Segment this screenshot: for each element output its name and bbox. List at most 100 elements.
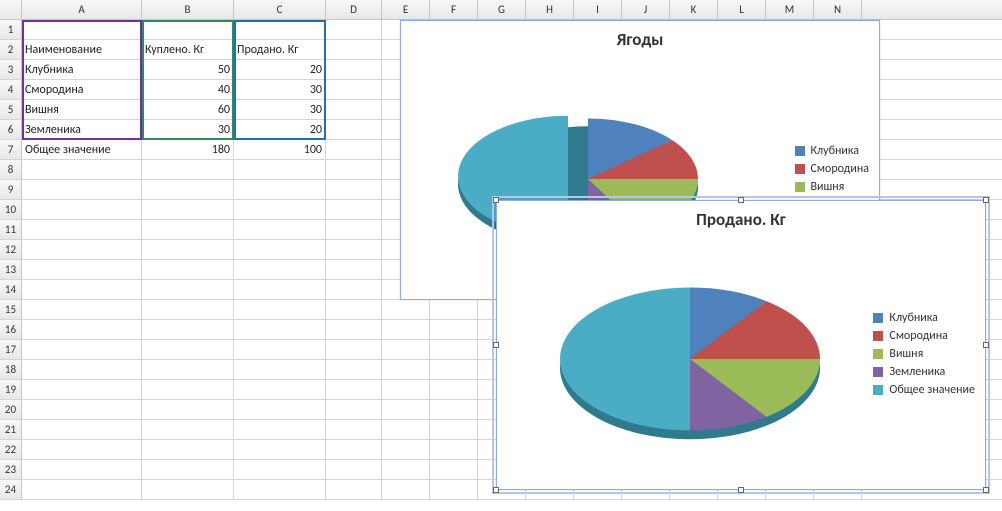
col-header-N[interactable]: N (814, 0, 862, 19)
cell[interactable] (22, 280, 142, 299)
cell[interactable] (234, 160, 326, 179)
row-header[interactable]: 24 (0, 480, 22, 499)
cell[interactable] (234, 320, 326, 339)
cell[interactable] (234, 200, 326, 219)
col-header-M[interactable]: M (766, 0, 814, 19)
cell[interactable] (142, 340, 234, 359)
row-header[interactable]: 16 (0, 320, 22, 339)
cell[interactable] (326, 100, 382, 119)
cell[interactable]: 180 (142, 140, 234, 159)
row-header[interactable]: 12 (0, 240, 22, 259)
cell[interactable]: Смородина (22, 80, 142, 99)
cell[interactable]: 100 (234, 140, 326, 159)
cell[interactable] (142, 160, 234, 179)
row-header[interactable]: 15 (0, 300, 22, 319)
row-header[interactable]: 20 (0, 400, 22, 419)
col-header-H[interactable]: H (526, 0, 574, 19)
cell[interactable] (326, 140, 382, 159)
cell[interactable] (326, 260, 382, 279)
cell[interactable] (22, 180, 142, 199)
col-header-E[interactable]: E (382, 0, 430, 19)
cell[interactable] (142, 380, 234, 399)
cell[interactable] (382, 460, 430, 479)
cell[interactable] (234, 340, 326, 359)
cell[interactable] (234, 480, 326, 499)
cell[interactable] (326, 340, 382, 359)
row-header[interactable]: 7 (0, 140, 22, 159)
cell[interactable] (22, 20, 142, 39)
row-header[interactable]: 9 (0, 180, 22, 199)
cell[interactable] (22, 480, 142, 499)
cell[interactable] (142, 480, 234, 499)
cell[interactable] (22, 420, 142, 439)
cell[interactable] (326, 440, 382, 459)
cell[interactable] (382, 440, 430, 459)
cell[interactable] (326, 200, 382, 219)
cell[interactable] (234, 20, 326, 39)
cell[interactable] (430, 400, 478, 419)
cell[interactable]: 50 (142, 60, 234, 79)
cell[interactable] (326, 60, 382, 79)
resize-handle[interactable] (983, 197, 989, 203)
cell[interactable] (142, 280, 234, 299)
col-header-K[interactable]: K (670, 0, 718, 19)
row-header[interactable]: 23 (0, 460, 22, 479)
cell[interactable] (234, 400, 326, 419)
row-header[interactable]: 22 (0, 440, 22, 459)
cell[interactable] (382, 380, 430, 399)
cell[interactable] (142, 300, 234, 319)
cell[interactable] (142, 260, 234, 279)
cell[interactable] (430, 460, 478, 479)
cell[interactable] (326, 280, 382, 299)
select-all-corner[interactable] (0, 0, 22, 19)
cell[interactable]: Куплено. Кг (142, 40, 234, 59)
row-header[interactable]: 19 (0, 380, 22, 399)
cell[interactable] (430, 380, 478, 399)
resize-handle[interactable] (493, 487, 499, 493)
cell[interactable] (22, 360, 142, 379)
cell[interactable] (382, 340, 430, 359)
cell[interactable] (22, 300, 142, 319)
cell[interactable] (326, 240, 382, 259)
cell[interactable]: 30 (142, 120, 234, 139)
cell[interactable] (430, 420, 478, 439)
row-header[interactable]: 10 (0, 200, 22, 219)
cell[interactable] (430, 440, 478, 459)
cell[interactable] (142, 240, 234, 259)
cell[interactable] (22, 240, 142, 259)
cell[interactable]: 60 (142, 100, 234, 119)
resize-handle[interactable] (493, 197, 499, 203)
cell[interactable] (326, 20, 382, 39)
row-header[interactable]: 13 (0, 260, 22, 279)
cell[interactable] (142, 400, 234, 419)
cell[interactable] (234, 420, 326, 439)
chart-sold[interactable]: Продано. Кг (496, 200, 986, 490)
cell[interactable] (22, 400, 142, 419)
cell[interactable] (430, 340, 478, 359)
row-header[interactable]: 17 (0, 340, 22, 359)
cell[interactable]: 20 (234, 120, 326, 139)
cell[interactable] (326, 160, 382, 179)
cell[interactable] (326, 420, 382, 439)
cell[interactable] (234, 280, 326, 299)
cell[interactable] (382, 300, 430, 319)
row-header[interactable]: 8 (0, 160, 22, 179)
row-header[interactable]: 6 (0, 120, 22, 139)
cell[interactable] (234, 380, 326, 399)
row-header[interactable]: 2 (0, 40, 22, 59)
row-header[interactable]: 21 (0, 420, 22, 439)
cell[interactable] (326, 80, 382, 99)
cell[interactable] (430, 480, 478, 499)
row-header[interactable]: 14 (0, 280, 22, 299)
cell[interactable] (326, 460, 382, 479)
col-header-B[interactable]: B (142, 0, 234, 19)
cell[interactable] (326, 320, 382, 339)
cell[interactable] (326, 380, 382, 399)
cell[interactable] (142, 460, 234, 479)
cell[interactable] (142, 20, 234, 39)
col-header-I[interactable]: I (574, 0, 622, 19)
row-header[interactable]: 18 (0, 360, 22, 379)
cell[interactable]: Земленика (22, 120, 142, 139)
col-header-C[interactable]: C (234, 0, 326, 19)
cell[interactable]: Общее значение (22, 140, 142, 159)
